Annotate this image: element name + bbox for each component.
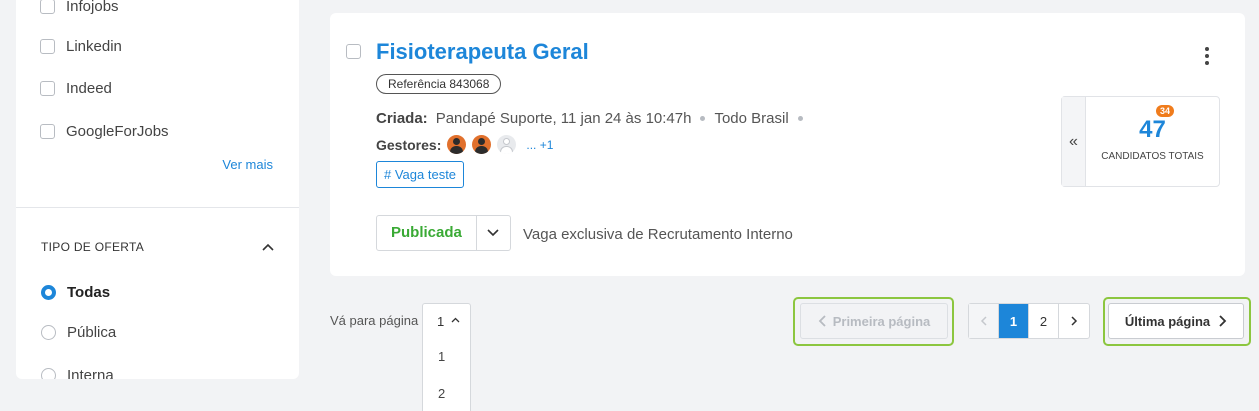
radio-label: Pública xyxy=(67,324,117,341)
checkbox[interactable] xyxy=(40,0,55,14)
criada-value: Pandapé Suporte, 11 jan 24 às 10:47h xyxy=(435,110,692,127)
avatar[interactable] xyxy=(447,135,467,154)
filter-source-linkedin[interactable]: Linkedin xyxy=(40,38,122,55)
filter-label: Indeed xyxy=(66,80,112,97)
checkbox[interactable] xyxy=(40,81,55,96)
status-dropdown[interactable]: Publicada xyxy=(376,215,511,251)
tipo-oferta-title: TIPO DE OFERTA xyxy=(41,240,145,254)
gestores-label: Gestores: xyxy=(376,136,442,153)
goto-page-select[interactable]: 1 xyxy=(422,303,471,338)
filter-source-indeed[interactable]: Indeed xyxy=(40,80,112,97)
filter-label: Linkedin xyxy=(66,38,122,55)
avatar[interactable] xyxy=(472,135,492,154)
radio-option-todas[interactable]: Todas xyxy=(41,284,110,301)
divider xyxy=(16,207,299,208)
radio-label: Interna xyxy=(67,367,114,379)
first-page-label: Primeira página xyxy=(832,313,931,329)
job-title-link[interactable]: Fisioterapeuta Geral xyxy=(376,39,589,65)
goto-page-options: 1 2 xyxy=(422,337,471,411)
exclusive-note: Vaga exclusiva de Recrutamento Interno xyxy=(523,226,793,243)
candidates-total-panel[interactable]: 34 47 CANDIDATOS TOTAIS xyxy=(1086,97,1219,186)
chevron-right-icon xyxy=(1219,315,1227,327)
candidates-summary[interactable]: « 34 47 CANDIDATOS TOTAIS xyxy=(1061,96,1220,187)
radio-button[interactable] xyxy=(41,325,56,340)
first-page-button[interactable]: Primeira página xyxy=(800,303,948,339)
avatar-placeholder[interactable] xyxy=(497,135,517,154)
radio-button[interactable] xyxy=(41,285,56,300)
candidates-label: CANDIDATOS TOTAIS xyxy=(1101,151,1204,162)
ver-mais-link[interactable]: Ver mais xyxy=(222,157,273,172)
page-1-button[interactable]: 1 xyxy=(999,304,1029,338)
more-gestores-link[interactable]: ... +1 xyxy=(526,138,553,152)
tag-badge[interactable]: # Vaga teste xyxy=(376,161,465,188)
radio-button[interactable] xyxy=(41,368,56,379)
candidates-count: 47 xyxy=(1139,116,1166,143)
next-page-button[interactable] xyxy=(1059,304,1089,338)
page-option[interactable]: 1 xyxy=(438,349,445,364)
separator-dot xyxy=(700,116,706,121)
filter-source-googleforjobs[interactable]: GoogleForJobs xyxy=(40,123,169,140)
job-card: Fisioterapeuta Geral Referência 843068 C… xyxy=(330,13,1245,276)
prev-page-button[interactable] xyxy=(969,304,999,338)
page-2-button[interactable]: 2 xyxy=(1029,304,1059,338)
checkbox[interactable] xyxy=(40,39,55,54)
job-meta: Criada: Pandapé Suporte, 11 jan 24 às 10… xyxy=(376,110,812,127)
separator-dot xyxy=(797,116,803,121)
collapse-left-icon[interactable]: « xyxy=(1062,97,1086,186)
gestores-row: Gestores: ... +1 xyxy=(376,135,553,154)
job-location: Todo Brasil xyxy=(714,110,789,127)
page-numbers: 1 2 xyxy=(968,303,1090,339)
radio-label: Todas xyxy=(67,284,111,301)
chevron-down-icon[interactable] xyxy=(477,216,510,250)
goto-page-label: Vá para página xyxy=(330,313,419,328)
job-select-checkbox[interactable] xyxy=(346,44,361,59)
filter-label: GoogleForJobs xyxy=(66,123,169,140)
checkbox[interactable] xyxy=(40,124,55,139)
radio-option-publica[interactable]: Pública xyxy=(41,324,116,341)
last-page-label: Última página xyxy=(1124,313,1211,329)
page-option[interactable]: 2 xyxy=(438,386,445,401)
criada-label: Criada: xyxy=(376,110,428,127)
chevron-left-icon xyxy=(980,316,987,326)
filter-source-infojobs[interactable]: Infojobs xyxy=(40,0,119,15)
last-page-button[interactable]: Última página xyxy=(1108,303,1244,339)
filter-label: Infojobs xyxy=(66,0,119,15)
radio-option-interna[interactable]: Interna xyxy=(41,367,114,379)
reference-badge: Referência 843068 xyxy=(376,74,502,94)
chevron-right-icon xyxy=(1070,316,1077,326)
chevron-left-icon xyxy=(818,315,826,327)
filters-sidebar: Infojobs Linkedin Indeed GoogleForJobs V… xyxy=(16,0,299,379)
goto-page-value: 1 xyxy=(437,314,445,329)
more-options-icon[interactable] xyxy=(1205,47,1209,68)
status-label[interactable]: Publicada xyxy=(377,216,477,250)
chevron-up-icon xyxy=(451,317,460,323)
chevron-up-icon[interactable] xyxy=(262,242,274,254)
